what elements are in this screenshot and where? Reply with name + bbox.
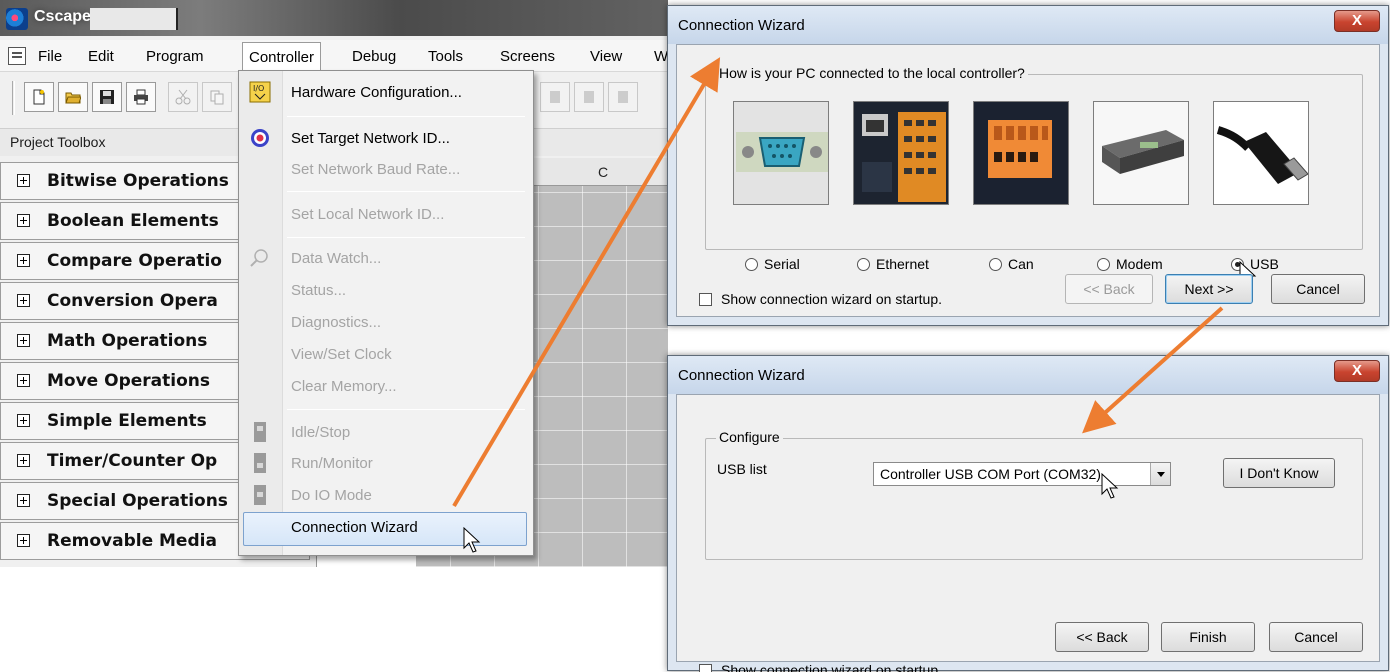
arrow-menu-to-wizard bbox=[452, 57, 721, 508]
arrow-next-to-config bbox=[1082, 306, 1224, 434]
screenshot-canvas: Cscape File Edit Program Controller Debu… bbox=[0, 0, 1390, 672]
annotation-arrows bbox=[452, 57, 1224, 508]
